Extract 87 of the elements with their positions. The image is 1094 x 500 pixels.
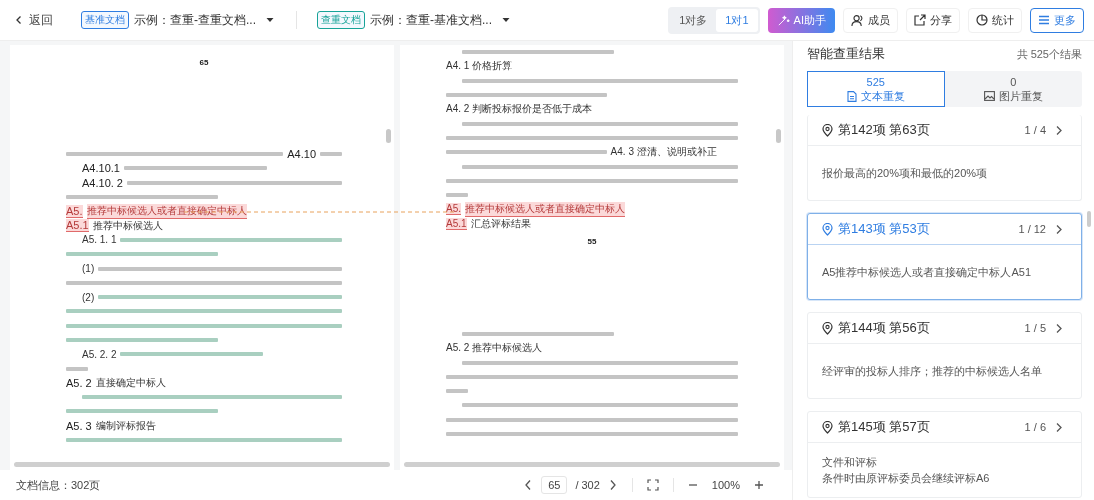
document-tag: 基准文档 [81,11,129,29]
back-button[interactable]: 返回 [12,9,55,31]
document-text: 编制评标报告 [95,418,156,433]
matched-text: 经评审的投标人排序；推荐的中标候选人名单 [822,364,1043,379]
vertical-scrollbar[interactable] [1087,211,1091,227]
page-total: / 302 [575,479,600,491]
section-heading: A5. [66,204,83,218]
share-icon [914,14,926,26]
vertical-scrollbar[interactable] [386,129,391,143]
result-tab[interactable]: 0 图片重复 [944,71,1082,107]
pie-chart-icon [976,14,988,26]
users-icon [851,13,864,27]
document-icon [846,90,857,102]
result-card[interactable]: 第144项 第56页 1 / 5 经评审的投标人排序；推荐的中标候选人名单 [807,312,1082,399]
match-counter: 1 / 12 [1018,223,1046,235]
matched-text: 报价最高的20%项和最低的20%项 [822,166,989,181]
matched-text: A5推荐中标候选人或者直接确定中标人A51 [822,265,1033,280]
chevron-right-icon[interactable] [1055,421,1063,433]
chevron-right-icon[interactable] [1055,223,1063,235]
matched-text: 文件和评标 [822,455,878,470]
section-heading: A4.10. 2 [82,176,123,189]
result-title: 第142项 第63页 [838,121,930,139]
document-text: 推荐中标候选人或者直接确定中标人 [465,201,625,217]
document-text: A5. 2 推荐中标候选人 [446,341,543,356]
caret-icon [266,17,274,23]
result-count: 共 525个结果 [1016,46,1082,62]
result-title: 第144项 第56页 [838,319,930,337]
horizontal-scrollbar[interactable] [404,462,780,467]
chevron-right-icon[interactable] [1055,322,1063,334]
page-input[interactable]: 65 [541,476,568,494]
match-counter: 1 / 6 [1024,421,1046,433]
result-title: 第143项 第53页 [838,220,930,238]
magic-wand-icon [776,13,790,27]
document-text: A4. 2 判断投标报价是否低于成本 [446,102,593,117]
document-text: A5.1 [446,217,467,230]
document-text: 推荐中标候选人 [92,218,163,233]
document-text: 汇总评标结果 [470,216,531,231]
location-pin-icon [822,123,833,137]
page-number: 55 [587,237,597,247]
document-text: A5. 2. 2 [82,348,117,360]
document-text: 推荐中标候选人或者直接确定中标人 [86,203,247,219]
document-text: (2) [82,291,95,303]
result-card[interactable]: 第142项 第63页 1 / 4 报价最高的20%项和最低的20%项 [807,115,1082,201]
document-tag: 查重文档 [317,11,365,29]
page-number: 65 [199,57,209,67]
section-heading: A4.10 [287,148,316,161]
section-heading: A5.1 [66,219,89,233]
document-text: (1) [82,263,95,274]
ai-assistant-button[interactable]: AI助手 [767,7,835,33]
fullscreen-icon[interactable] [646,479,659,491]
horizontal-scrollbar[interactable] [14,462,390,467]
document-dropdown[interactable]: 示例：查重-基准文档... [368,9,512,31]
location-pin-icon [822,420,833,434]
document-dropdown[interactable]: 示例：查重-查重文档... [132,9,276,31]
caret-icon [502,17,510,23]
document-text: A4. 3 澄清、说明或补正 [610,145,717,160]
mode-option[interactable]: 1对1 [716,8,758,32]
location-pin-icon [822,222,833,236]
zoom-level: 100% [711,479,740,491]
chevron-left-icon [14,15,24,25]
image-icon [983,91,995,101]
document-text: 直接确定中标人 [95,375,166,390]
panel-title: 智能查重结果 [807,45,885,63]
chevron-right-icon[interactable] [1055,124,1063,136]
section-heading: A5. 2 [66,376,92,389]
stats-button[interactable]: 统计 [968,7,1022,33]
menu-icon [1038,14,1050,26]
match-counter: 1 / 5 [1024,322,1046,334]
zoom-in-icon[interactable] [754,480,764,490]
vertical-scrollbar[interactable] [776,129,781,143]
result-title: 第145项 第57页 [838,418,930,436]
members-button[interactable]: 成员 [843,7,898,33]
more-button[interactable]: 更多 [1030,7,1084,33]
section-heading: A4.10.1 [82,162,120,175]
share-button[interactable]: 分享 [906,7,960,33]
document-text: A4. 1 价格折算 [446,59,513,74]
section-heading: A5. 3 [66,419,92,432]
result-card[interactable]: 第143项 第53页 1 / 12 A5推荐中标候选人或者直接确定中标人A51 [807,213,1082,300]
location-pin-icon [822,321,833,335]
matched-text: 条件时由原评标委员会继续评标A6 [822,471,991,486]
document-text: A5. 1. 1 [82,234,117,246]
document-text: A5. [446,203,461,216]
document-info: 文档信息：302页 [16,477,101,493]
result-card[interactable]: 第145项 第57页 1 / 6 文件和评标 条件时由原评标委员会继续评标A6 [807,411,1082,498]
result-tab[interactable]: 525 文本重复 [807,71,945,107]
match-counter: 1 / 4 [1024,124,1046,136]
mode-option[interactable]: 1对多 [670,8,717,32]
